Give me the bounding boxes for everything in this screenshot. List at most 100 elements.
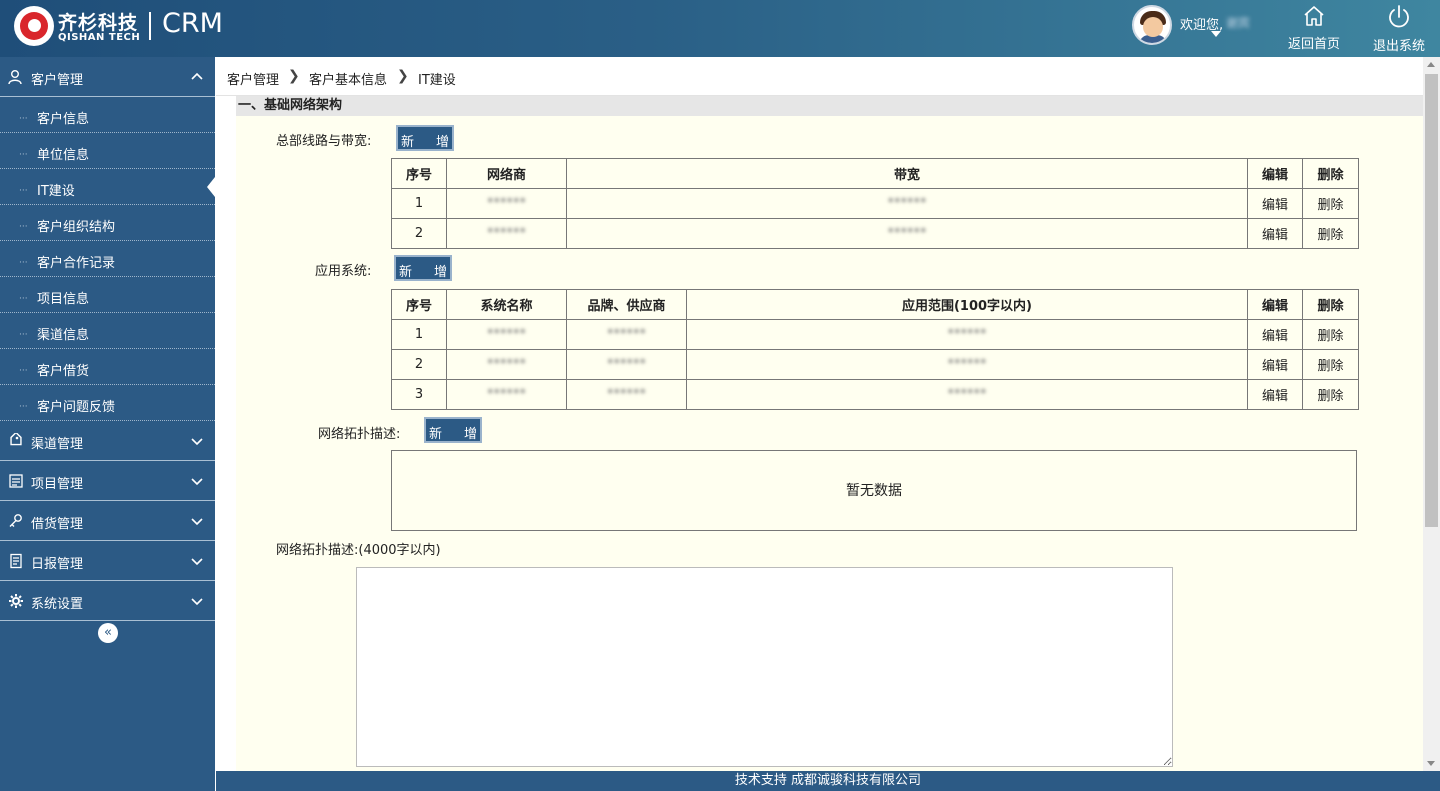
- edit-link[interactable]: 编辑: [1247, 379, 1303, 410]
- topology-description-textarea[interactable]: [356, 567, 1173, 767]
- breadcrumb-item[interactable]: 客户基本信息: [309, 69, 387, 88]
- chevron-down-icon: [191, 518, 203, 526]
- hq-bandwidth-label: 总部线路与带宽:: [276, 134, 372, 149]
- row-index: 1: [391, 319, 447, 350]
- sidebar-item-label: 渠道信息: [37, 328, 90, 343]
- chevron-right-icon: ❯: [397, 68, 409, 84]
- add-topology-button[interactable]: 新 增: [424, 417, 482, 443]
- logout-label: 退出系统: [1372, 39, 1425, 54]
- list-icon: [9, 474, 23, 488]
- table-cell: ******: [686, 349, 1248, 380]
- sidebar-item-label: 项目信息: [37, 292, 90, 307]
- table-cell: ******: [446, 349, 567, 380]
- it-construction-form: 一、基础网络架构 总部线路与带宽: 新 增 序号 网络商 带宽 编辑 删除 1 …: [236, 96, 1423, 771]
- sidebar-item-feedback[interactable]: ··· 客户问题反馈: [0, 385, 215, 421]
- button-label: 增: [433, 265, 447, 280]
- edit-link[interactable]: 编辑: [1247, 188, 1303, 219]
- row-index: 1: [391, 188, 447, 219]
- sidebar-item-unit-info[interactable]: ··· 单位信息: [0, 133, 215, 169]
- menu-project-mgmt[interactable]: 项目管理: [0, 461, 215, 501]
- sidebar-item-cooperation-records[interactable]: ··· 客户合作记录: [0, 241, 215, 277]
- active-indicator: [207, 177, 215, 197]
- add-hq-bandwidth-button[interactable]: 新 增: [396, 125, 454, 151]
- menu-label: 借货管理: [31, 517, 84, 532]
- add-app-system-button[interactable]: 新 增: [394, 255, 452, 281]
- column-header: 序号: [391, 289, 447, 320]
- table-row: 2 ****** ****** 编辑 删除: [391, 218, 1359, 249]
- delete-link[interactable]: 删除: [1302, 349, 1359, 380]
- scrollbar-thumb[interactable]: [1425, 74, 1438, 527]
- top-header: 齐杉科技 QISHAN TECH CRM 欢迎您, 谢宾 返回首页 退出系统: [0, 0, 1440, 57]
- sidebar-item-project-info[interactable]: ··· 项目信息: [0, 277, 215, 313]
- chevron-down-icon: [191, 598, 203, 606]
- table-cell: ******: [446, 379, 567, 410]
- table-cell: ******: [446, 319, 567, 350]
- button-label: 增: [435, 135, 449, 150]
- app-systems-label: 应用系统:: [315, 264, 372, 279]
- table-header-row: 序号 系统名称 品牌、供应商 应用范围(100字以内) 编辑 删除: [391, 289, 1359, 320]
- scroll-up-icon[interactable]: [1427, 62, 1435, 67]
- delete-link[interactable]: 删除: [1302, 218, 1359, 249]
- brand-name-cn: 齐杉科技: [58, 12, 139, 34]
- edit-link[interactable]: 编辑: [1247, 319, 1303, 350]
- row-index: 2: [391, 218, 447, 249]
- delete-link[interactable]: 删除: [1302, 188, 1359, 219]
- delete-link[interactable]: 删除: [1302, 319, 1359, 350]
- button-label: 增: [463, 427, 477, 442]
- breadcrumb-item[interactable]: 客户管理: [227, 69, 279, 88]
- button-label: 新: [401, 135, 415, 150]
- collapse-sidebar-button[interactable]: «: [98, 623, 118, 643]
- key-icon: [9, 514, 22, 527]
- home-button[interactable]: 返回首页: [1281, 4, 1347, 54]
- power-icon: [1389, 5, 1409, 28]
- column-header: 应用范围(100字以内): [686, 289, 1248, 320]
- sidebar-item-label: 客户组织结构: [37, 220, 116, 235]
- table-cell: ******: [566, 319, 687, 350]
- brand-name-en: QISHAN TECH: [58, 32, 141, 43]
- chevron-up-icon: [191, 72, 203, 80]
- breadcrumb-current: IT建设: [418, 73, 456, 88]
- edit-link[interactable]: 编辑: [1247, 349, 1303, 380]
- edit-link[interactable]: 编辑: [1247, 218, 1303, 249]
- menu-system-settings[interactable]: 系统设置: [0, 581, 215, 621]
- table-cell: ******: [566, 379, 687, 410]
- scroll-down-icon[interactable]: [1427, 761, 1435, 766]
- menu-customer-mgmt[interactable]: 客户管理: [0, 57, 215, 97]
- table-header-row: 序号 网络商 带宽 编辑 删除: [391, 158, 1359, 189]
- sidebar-item-label: 客户借货: [37, 364, 90, 379]
- sidebar-item-it-construction[interactable]: ··· IT建设: [0, 169, 215, 205]
- button-label: 新: [429, 427, 443, 442]
- user-menu-caret-icon[interactable]: [1211, 31, 1221, 37]
- menu-loan-mgmt[interactable]: 借货管理: [0, 501, 215, 541]
- vertical-scrollbar[interactable]: [1423, 57, 1440, 771]
- column-header: 网络商: [446, 158, 567, 189]
- user-icon: [8, 70, 22, 85]
- menu-label: 项目管理: [31, 477, 84, 492]
- sidebar-item-label: 客户合作记录: [37, 256, 116, 271]
- network-topology-label: 网络拓扑描述:: [318, 427, 401, 442]
- sidebar-item-customer-info[interactable]: ··· 客户信息: [0, 97, 215, 133]
- column-header: 带宽: [566, 158, 1248, 189]
- sidebar-item-org-structure[interactable]: ··· 客户组织结构: [0, 205, 215, 241]
- table-row: 3 ****** ****** ****** 编辑 删除: [391, 379, 1359, 410]
- breadcrumb: 客户管理 ❯ 客户基本信息 ❯ IT建设: [216, 57, 1423, 96]
- chevron-down-icon: [191, 558, 203, 566]
- menu-daily-report[interactable]: 日报管理: [0, 541, 215, 581]
- hq-bandwidth-table: 序号 网络商 带宽 编辑 删除 1 ****** ****** 编辑 删除 2 …: [391, 158, 1359, 249]
- menu-label: 渠道管理: [31, 437, 84, 452]
- menu-label: 系统设置: [31, 597, 84, 612]
- delete-link[interactable]: 删除: [1302, 379, 1359, 410]
- app-systems-table: 序号 系统名称 品牌、供应商 应用范围(100字以内) 编辑 删除 1 ****…: [391, 289, 1359, 410]
- menu-channel-mgmt[interactable]: 渠道管理: [0, 421, 215, 461]
- table-cell: ******: [566, 188, 1248, 219]
- gear-icon: [9, 594, 23, 608]
- sidebar: 客户管理 ··· 客户信息 ··· 单位信息 ··· IT建设 ··· 客户组织结构 ·…: [0, 57, 215, 791]
- row-index: 3: [391, 379, 447, 410]
- table-row: 1 ****** ****** ****** 编辑 删除: [391, 319, 1359, 350]
- sidebar-item-channel-info[interactable]: ··· 渠道信息: [0, 313, 215, 349]
- table-cell: ******: [446, 218, 567, 249]
- sidebar-item-customer-loan[interactable]: ··· 客户借货: [0, 349, 215, 385]
- sidebar-item-label: 客户信息: [37, 112, 90, 127]
- user-avatar[interactable]: [1132, 5, 1172, 45]
- logout-button[interactable]: 退出系统: [1366, 4, 1432, 54]
